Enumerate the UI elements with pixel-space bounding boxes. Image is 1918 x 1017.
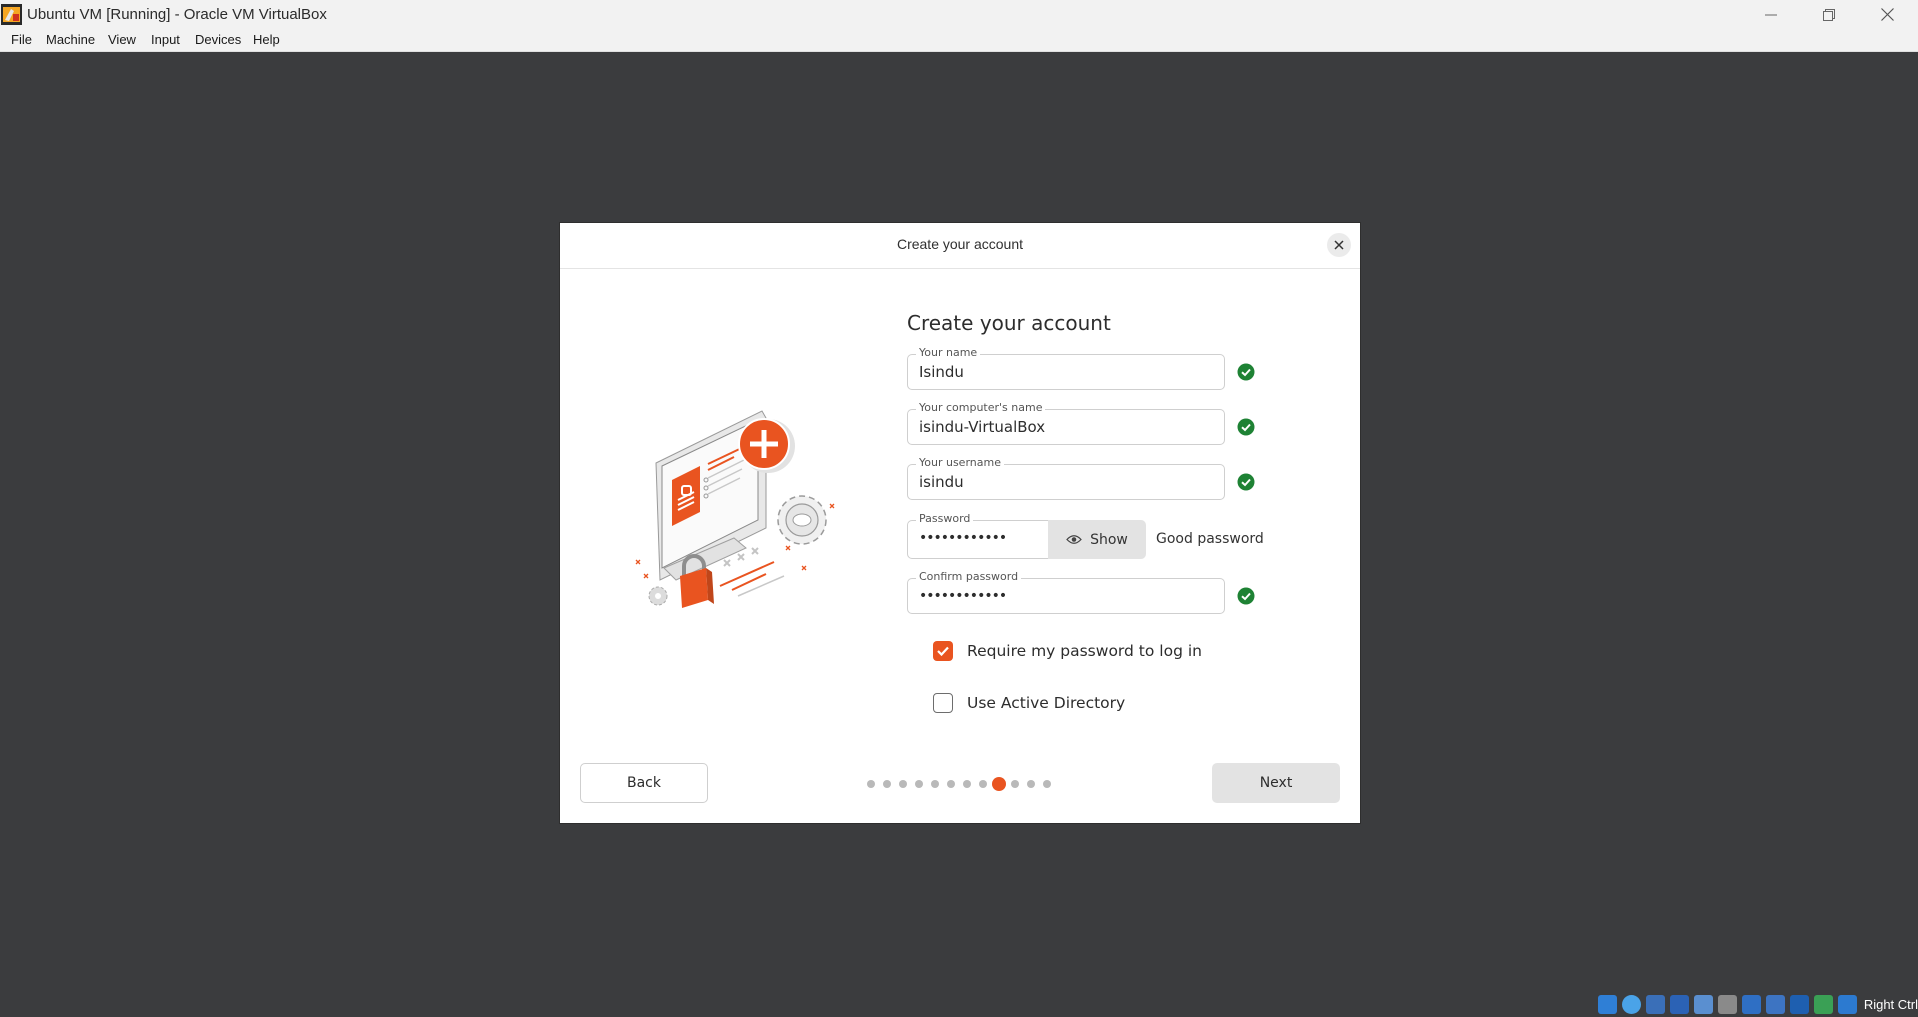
username-field[interactable]: Your username isindu [907,456,1225,500]
name-field[interactable]: Your name Isindu [907,346,1225,390]
dialog-header: Create your account [560,223,1360,269]
account-illustration [635,410,835,608]
computer-name-field[interactable]: Your computer's name isindu-VirtualBox [907,401,1225,445]
host-key-label: Right Ctrl [1863,996,1918,1012]
close-window-button[interactable] [1858,0,1916,29]
valid-check-icon [1237,418,1255,436]
minimize-button[interactable] [1742,0,1800,29]
optical-drive-icon[interactable] [1621,994,1641,1014]
restore-icon [1823,8,1835,21]
usb-icon[interactable] [1693,994,1713,1014]
show-password-button[interactable]: Show [1048,520,1146,559]
network-icon[interactable] [1669,994,1689,1014]
menu-file[interactable]: File [11,32,32,47]
window-titlebar: Ubuntu VM [Running] - Oracle VM VirtualB… [0,0,1918,29]
show-password-label: Show [1090,531,1128,548]
menu-devices[interactable]: Devices [195,32,241,47]
step-dot [1027,780,1035,788]
require-password-label[interactable]: Require my password to log in [967,642,1202,660]
eye-icon [1066,535,1082,544]
valid-check-icon [1237,473,1255,491]
active-directory-label[interactable]: Use Active Directory [967,694,1125,712]
menu-help[interactable]: Help [253,32,280,47]
close-icon [1334,240,1344,250]
step-dot-current [992,777,1006,791]
display-icon[interactable] [1741,994,1761,1014]
recording-icon[interactable] [1765,994,1785,1014]
hard-disk-icon[interactable] [1597,994,1617,1014]
step-dot [1011,780,1019,788]
computer-name-label: Your computer's name [916,401,1046,415]
menu-bar: File Machine View Input Devices Help [0,29,1918,52]
audio-icon[interactable] [1645,994,1665,1014]
step-dot [899,780,907,788]
confirm-password-field[interactable]: Confirm password •••••••••••• [907,570,1225,614]
close-icon [1880,8,1894,21]
step-dot [867,780,875,788]
name-value: Isindu [919,363,964,381]
menu-view[interactable]: View [108,32,136,47]
virtualization-icon[interactable] [1789,994,1809,1014]
valid-check-icon [1237,587,1255,605]
mouse-integration-icon[interactable] [1813,994,1833,1014]
step-dot [979,780,987,788]
password-value: •••••••••••• [919,530,1007,546]
next-button[interactable]: Next [1212,763,1340,803]
step-dot [963,780,971,788]
valid-check-icon [1237,363,1255,381]
password-label: Password [916,512,974,526]
dialog-close-button[interactable] [1327,233,1351,257]
menu-input[interactable]: Input [151,32,180,47]
computer-name-value: isindu-VirtualBox [919,418,1046,436]
status-tray: Right Ctrl [1597,991,1918,1017]
step-dot [915,780,923,788]
password-strength: Good password [1156,531,1264,547]
dialog-title: Create your account [896,236,1024,252]
step-dot [1043,780,1051,788]
step-dot [931,780,939,788]
checkmark-icon [937,646,949,657]
create-account-dialog: Create your account Create your account … [560,223,1360,823]
minimize-icon [1765,14,1777,15]
menu-machine[interactable]: Machine [46,32,95,47]
name-label: Your name [916,346,981,360]
back-button[interactable]: Back [580,763,708,803]
username-value: isindu [919,473,964,491]
confirm-password-label: Confirm password [916,570,1022,584]
page-heading: Create your account [907,311,1111,335]
password-field[interactable]: Password •••••••••••• [907,512,1049,559]
confirm-password-value: •••••••••••• [919,588,1007,604]
step-dot [883,780,891,788]
username-label: Your username [916,456,1004,470]
require-password-checkbox[interactable] [933,641,953,661]
keyboard-capture-icon[interactable] [1837,994,1857,1014]
virtualbox-app-icon [1,4,22,25]
window-title: Ubuntu VM [Running] - Oracle VM VirtualB… [27,6,327,23]
active-directory-checkbox[interactable] [933,693,953,713]
step-dot [947,780,955,788]
step-indicator [864,777,1056,791]
restore-button[interactable] [1800,0,1858,29]
shared-folders-icon[interactable] [1717,994,1737,1014]
